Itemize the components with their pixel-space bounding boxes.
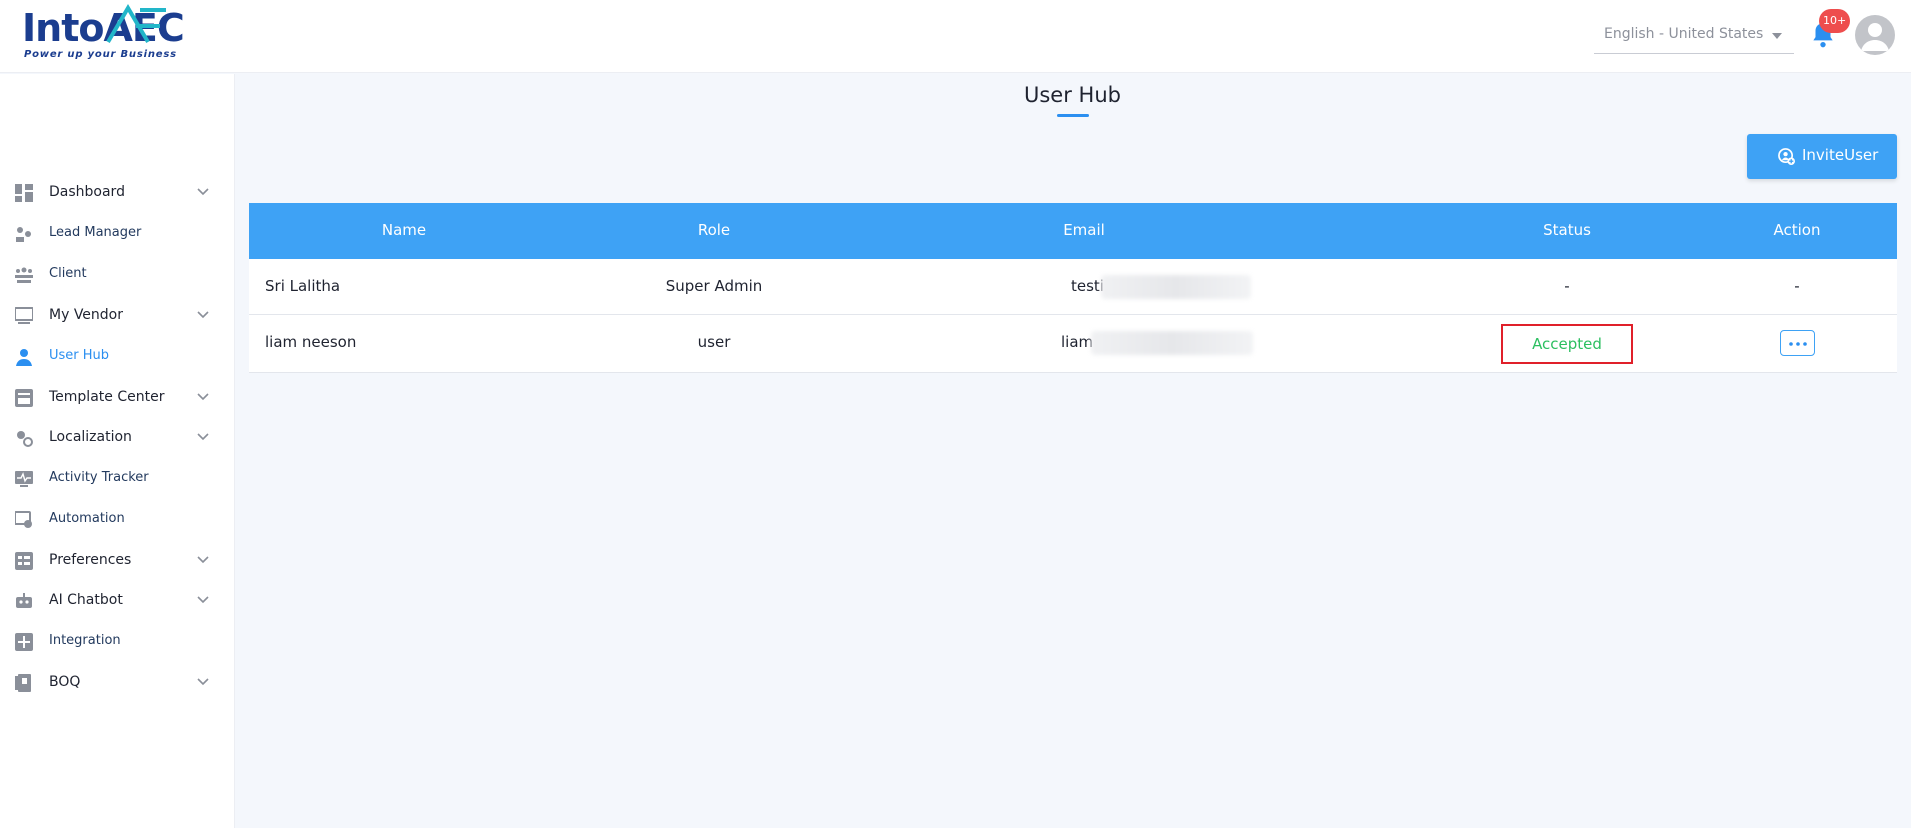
title-underline <box>1057 114 1089 117</box>
table-row: liam neeson user liam Accepted <box>249 315 1897 373</box>
client-icon <box>15 267 33 283</box>
chevron-down-icon <box>197 393 209 401</box>
sidebar-item-preferences[interactable]: Preferences <box>0 542 235 580</box>
cell-name: Sri Lalitha <box>265 277 341 295</box>
chevron-down-icon <box>197 678 209 686</box>
sidebar-item-label: Activity Tracker <box>49 470 149 485</box>
cell-name: liam neeson <box>265 333 357 351</box>
sidebar-item-label: My Vendor <box>49 307 123 323</box>
chevron-down-icon <box>197 556 209 564</box>
localization-icon <box>17 431 33 447</box>
top-header: IntoAEC Power up your Business English -… <box>0 0 1911 73</box>
sidebar-item-label: Integration <box>49 633 121 648</box>
sidebar-item-label: BOQ <box>49 674 81 690</box>
sidebar-item-label: Client <box>49 266 87 281</box>
dashboard-icon <box>15 184 33 202</box>
page-title: User Hub <box>1024 83 1121 107</box>
sidebar-item-label: Template Center <box>49 389 165 405</box>
sidebar-item-user-hub[interactable]: User Hub <box>0 338 235 376</box>
redacted-email <box>1101 275 1251 299</box>
add-user-icon <box>1778 148 1795 165</box>
language-select-value: English - United States <box>1604 26 1764 42</box>
chevron-down-icon <box>197 596 209 604</box>
cell-action: - <box>1794 277 1800 295</box>
boq-icon <box>15 674 31 692</box>
column-header-email[interactable]: Email <box>1004 221 1164 239</box>
sidebar-item-label: AI Chatbot <box>49 592 123 608</box>
more-icon <box>1789 342 1807 346</box>
automation-icon <box>15 511 32 528</box>
column-header-status[interactable]: Status <box>1487 221 1647 239</box>
sidebar-item-label: Dashboard <box>49 184 125 200</box>
notification-badge: 10+ <box>1819 9 1851 33</box>
language-select[interactable]: English - United States <box>1594 18 1794 54</box>
template-icon <box>15 389 33 407</box>
table-row: Sri Lalitha Super Admin testi - - <box>249 259 1897 315</box>
sidebar-item-localization[interactable]: Localization <box>0 419 235 457</box>
column-header-action: Action <box>1773 221 1821 239</box>
integration-icon <box>15 633 33 651</box>
sidebar-item-template-center[interactable]: Template Center <box>0 379 235 417</box>
sidebar-item-client[interactable]: Client <box>0 256 235 294</box>
row-actions-button[interactable] <box>1780 330 1815 356</box>
user-table: Name Role Email Status Action Sri Lalith… <box>249 203 1897 373</box>
sidebar-item-label: Lead Manager <box>49 225 142 240</box>
invite-user-button[interactable]: InviteUser <box>1747 134 1897 179</box>
sidebar-item-automation[interactable]: Automation <box>0 501 235 539</box>
sidebar-item-ai-chatbot[interactable]: AI Chatbot <box>0 582 235 620</box>
sidebar-item-dashboard[interactable]: Dashboard <box>0 174 235 212</box>
sidebar-item-boq[interactable]: BOQ <box>0 664 235 702</box>
chevron-down-icon <box>197 188 209 196</box>
sidebar-item-label: Preferences <box>49 552 132 568</box>
activity-icon <box>15 471 33 487</box>
sidebar-item-lead-manager[interactable]: Lead Manager <box>0 215 235 253</box>
status-highlight: Accepted <box>1501 324 1633 364</box>
cell-role: Super Admin <box>665 277 763 295</box>
chevron-down-icon <box>197 311 209 319</box>
cell-email: liam <box>1061 333 1094 351</box>
avatar[interactable] <box>1855 15 1895 55</box>
invite-user-label: InviteUser <box>1802 146 1879 164</box>
preferences-icon <box>15 552 33 570</box>
logo-mark-icon <box>106 4 166 44</box>
sidebar-item-label: User Hub <box>49 348 110 363</box>
column-header-role[interactable]: Role <box>634 221 794 239</box>
caret-down-icon <box>1772 33 1782 39</box>
sidebar-item-label: Localization <box>49 429 132 445</box>
table-header: Name Role Email Status Action <box>249 203 1897 259</box>
lead-manager-icon <box>16 227 31 242</box>
status-badge: Accepted <box>1532 335 1602 353</box>
cell-role: user <box>697 333 731 351</box>
logo-tagline: Power up your Business <box>24 49 177 60</box>
sidebar: Dashboard Lead Manager Client My Vendor … <box>0 74 235 828</box>
user-avatar-icon <box>1861 23 1889 51</box>
sidebar-item-activity-tracker[interactable]: Activity Tracker <box>0 460 235 498</box>
sidebar-item-my-vendor[interactable]: My Vendor <box>0 297 235 335</box>
sidebar-item-integration[interactable]: Integration <box>0 623 235 661</box>
chatbot-icon <box>16 593 32 608</box>
sidebar-item-label: Automation <box>49 511 125 526</box>
chevron-down-icon <box>197 433 209 441</box>
column-header-name[interactable]: Name <box>324 221 484 239</box>
vendor-icon <box>15 307 33 324</box>
user-icon <box>16 349 32 366</box>
cell-email: testi <box>1071 277 1104 295</box>
cell-status: - <box>1564 277 1570 295</box>
redacted-email <box>1091 331 1253 355</box>
